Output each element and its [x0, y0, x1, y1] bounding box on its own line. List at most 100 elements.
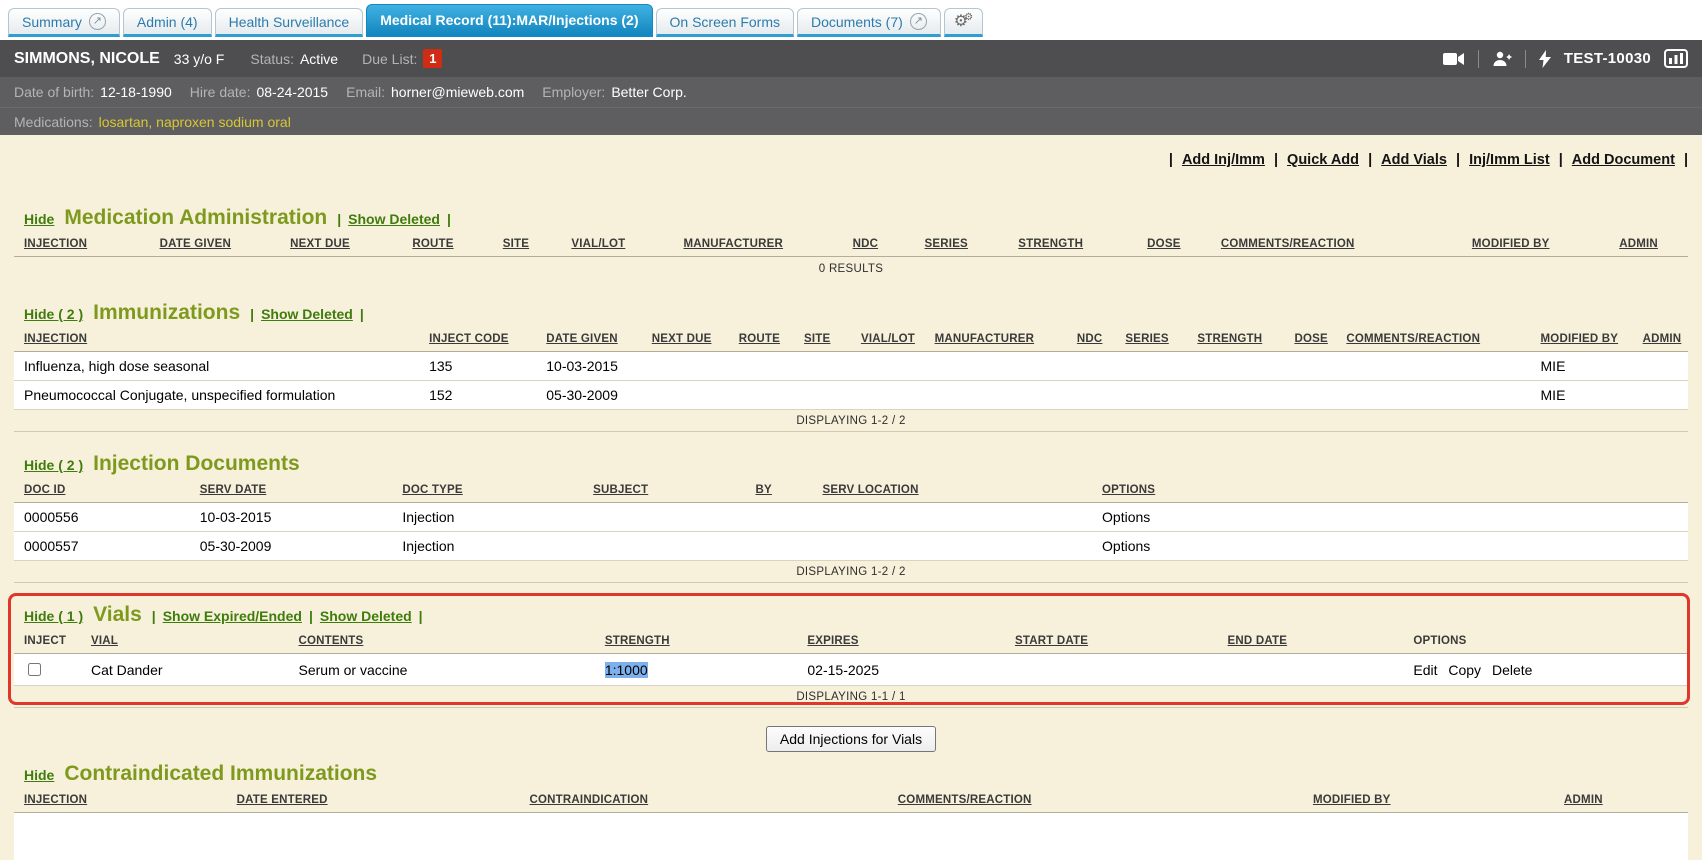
inj-imm-list-link[interactable]: Inj/Imm List [1469, 152, 1550, 168]
col-doc-id[interactable]: DOC ID [14, 480, 190, 503]
hide-contraindicated-link[interactable]: Hide [24, 767, 54, 783]
col-route[interactable]: ROUTE [729, 329, 794, 352]
col-strength[interactable]: STRENGTH [595, 631, 798, 654]
options-menu-link[interactable]: Options [1102, 538, 1150, 554]
col-date-given[interactable]: DATE GIVEN [150, 234, 281, 257]
col-series[interactable]: SERIES [915, 234, 1009, 257]
tab-admin[interactable]: Admin (4) [123, 8, 212, 37]
quick-add-link[interactable]: Quick Add [1287, 152, 1359, 168]
col-start-date[interactable]: START DATE [1005, 631, 1218, 654]
add-person-icon[interactable] [1492, 51, 1512, 67]
injection-documents-section: Hide ( 2 ) Injection Documents DOC ID SE… [14, 452, 1688, 583]
col-contraindication[interactable]: CONTRAINDICATION [520, 790, 888, 813]
show-expired-ended-link[interactable]: Show Expired/Ended [163, 608, 302, 624]
hide-vials-link[interactable]: Hide ( 1 ) [24, 608, 83, 624]
col-next-due[interactable]: NEXT DUE [642, 329, 729, 352]
tab-on-screen-forms[interactable]: On Screen Forms [656, 8, 794, 37]
add-vials-link[interactable]: Add Vials [1381, 152, 1447, 168]
hide-immunizations-link[interactable]: Hide ( 2 ) [24, 306, 83, 322]
add-document-link[interactable]: Add Document [1572, 152, 1675, 168]
add-inj-imm-link[interactable]: Add Inj/Imm [1182, 152, 1265, 168]
col-comments-reaction[interactable]: COMMENTS/REACTION [888, 790, 1303, 813]
col-modified-by[interactable]: MODIFIED BY [1303, 790, 1554, 813]
col-dose[interactable]: DOSE [1137, 234, 1211, 257]
cell-inject-code: 135 [419, 352, 536, 381]
cell-doc-type: Injection [392, 503, 583, 532]
col-options[interactable]: OPTIONS [1092, 480, 1688, 503]
tab-bar: Summary ↗ Admin (4) Health Surveillance … [0, 0, 1702, 40]
tab-documents[interactable]: Documents (7) ↗ [797, 8, 941, 37]
col-vial-lot[interactable]: VIAL/LOT [561, 234, 673, 257]
patient-age-sex: 33 y/o F [174, 51, 225, 67]
separator: | [309, 608, 313, 624]
col-series[interactable]: SERIES [1115, 329, 1187, 352]
col-serv-date[interactable]: SERV DATE [190, 480, 393, 503]
col-subject[interactable]: SUBJECT [583, 480, 745, 503]
medications-links[interactable]: losartan, naproxen sodium oral [99, 114, 291, 130]
cell-doc-id: 0000556 [14, 503, 190, 532]
col-dose[interactable]: DOSE [1284, 329, 1336, 352]
col-route[interactable]: ROUTE [402, 234, 492, 257]
hide-medication-administration-link[interactable]: Hide [24, 211, 54, 227]
col-injection[interactable]: INJECTION [14, 329, 419, 352]
col-vial[interactable]: VIAL [81, 631, 289, 654]
cell-empty [888, 813, 1303, 860]
hide-injection-documents-link[interactable]: Hide ( 2 ) [24, 457, 83, 473]
col-serv-location[interactable]: SERV LOCATION [812, 480, 1092, 503]
col-next-due[interactable]: NEXT DUE [280, 234, 402, 257]
cell-empty [794, 381, 851, 410]
col-injection[interactable]: INJECTION [14, 234, 150, 257]
add-injections-for-vials-button[interactable]: Add Injections for Vials [766, 726, 936, 752]
popout-icon[interactable]: ↗ [89, 13, 106, 30]
due-list-badge[interactable]: 1 [423, 49, 442, 68]
show-deleted-link[interactable]: Show Deleted [320, 608, 412, 624]
cell-empty [794, 352, 851, 381]
col-expires[interactable]: EXPIRES [797, 631, 1005, 654]
col-modified-by[interactable]: MODIFIED BY [1531, 329, 1633, 352]
col-by[interactable]: BY [746, 480, 813, 503]
col-comments-reaction[interactable]: COMMENTS/REACTION [1211, 234, 1462, 257]
col-ndc[interactable]: NDC [843, 234, 915, 257]
tab-medical-record[interactable]: Medical Record (11):MAR/Injections (2) [366, 4, 652, 37]
col-comments-reaction[interactable]: COMMENTS/REACTION [1336, 329, 1530, 352]
col-admin[interactable]: ADMIN [1609, 234, 1688, 257]
col-strength[interactable]: STRENGTH [1008, 234, 1137, 257]
col-site[interactable]: SITE [794, 329, 851, 352]
delete-link[interactable]: Delete [1492, 662, 1532, 678]
options-menu-link[interactable]: Options [1102, 509, 1150, 525]
popout-icon[interactable]: ↗ [910, 13, 927, 30]
col-ndc[interactable]: NDC [1067, 329, 1116, 352]
separator: | [360, 306, 364, 322]
col-injection[interactable]: INJECTION [14, 790, 227, 813]
show-deleted-link[interactable]: Show Deleted [261, 306, 353, 322]
tab-health-surveillance[interactable]: Health Surveillance [215, 8, 364, 37]
col-contents[interactable]: CONTENTS [289, 631, 595, 654]
col-date-entered[interactable]: DATE ENTERED [227, 790, 520, 813]
col-inject-code[interactable]: INJECT CODE [419, 329, 536, 352]
col-admin[interactable]: ADMIN [1554, 790, 1688, 813]
immunization-row: Pneumococcal Conjugate, unspecified form… [14, 381, 1688, 410]
copy-link[interactable]: Copy [1448, 662, 1481, 678]
col-admin[interactable]: ADMIN [1633, 329, 1688, 352]
tab-summary[interactable]: Summary ↗ [8, 8, 120, 37]
col-doc-type[interactable]: DOC TYPE [392, 480, 583, 503]
vial-select-checkbox[interactable] [28, 663, 41, 676]
medication-administration-table: INJECTION DATE GIVEN NEXT DUE ROUTE SITE… [14, 234, 1688, 257]
cell-empty [1218, 654, 1404, 686]
edit-link[interactable]: Edit [1413, 662, 1437, 678]
col-end-date[interactable]: END DATE [1218, 631, 1404, 654]
bar-chart-icon[interactable] [1664, 49, 1688, 68]
injection-documents-table: DOC ID SERV DATE DOC TYPE SUBJECT BY SER… [14, 480, 1688, 561]
col-strength[interactable]: STRENGTH [1187, 329, 1284, 352]
vials-title: Vials [93, 603, 142, 627]
col-manufacturer[interactable]: MANUFACTURER [925, 329, 1067, 352]
show-deleted-link[interactable]: Show Deleted [348, 211, 440, 227]
video-camera-icon[interactable] [1443, 52, 1465, 66]
col-vial-lot[interactable]: VIAL/LOT [851, 329, 925, 352]
settings-gear-button[interactable]: ⚙⚙ [944, 8, 983, 37]
col-site[interactable]: SITE [493, 234, 562, 257]
col-date-given[interactable]: DATE GIVEN [536, 329, 641, 352]
col-modified-by[interactable]: MODIFIED BY [1462, 234, 1609, 257]
col-manufacturer[interactable]: MANUFACTURER [674, 234, 843, 257]
lightning-bolt-icon[interactable] [1539, 50, 1551, 68]
